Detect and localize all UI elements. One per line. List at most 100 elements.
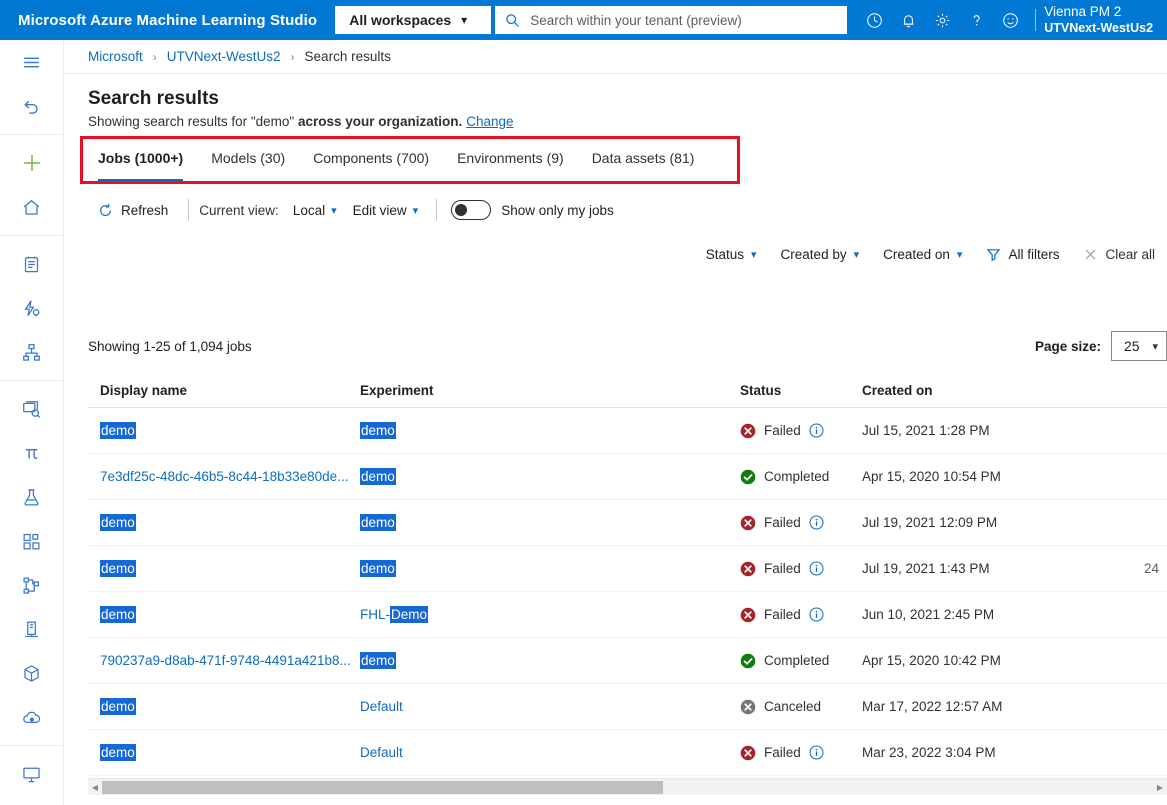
jobs-icon[interactable] (0, 387, 63, 431)
gear-icon[interactable] (925, 0, 959, 40)
datastores-icon[interactable] (0, 796, 63, 805)
search-input[interactable] (528, 12, 837, 29)
filter-created-on[interactable]: Created on ▾ (871, 239, 974, 269)
scroll-left-arrow-icon[interactable]: ◀ (88, 783, 102, 792)
current-view-label: Current view: (199, 203, 279, 218)
table-row[interactable]: demodemoFailedJul 19, 2021 1:43 PM24 (88, 546, 1167, 592)
cloud-icon[interactable] (0, 695, 63, 739)
cell-created-on: Apr 15, 2020 10:54 PM (862, 469, 1097, 484)
filter-created-by[interactable]: Created by ▾ (769, 239, 872, 269)
cell-display-name[interactable]: demo (88, 607, 360, 622)
cell-display-name[interactable]: demo (88, 699, 360, 714)
cell-experiment[interactable]: Default (360, 699, 740, 714)
cell-display-name[interactable]: 7e3df25c-48dc-46b5-8c44-18b33e80de... (88, 469, 360, 484)
cell-display-name[interactable]: demo (88, 561, 360, 576)
info-icon[interactable] (809, 745, 824, 760)
table-row[interactable]: 790237a9-d8ab-471f-9748-4491a421b8...dem… (88, 638, 1167, 684)
table-row[interactable]: demoDefaultCanceledMar 17, 2022 12:57 AM (88, 684, 1167, 730)
page-size-control[interactable]: Page size: 25 ▾ (1035, 331, 1167, 361)
info-icon[interactable] (809, 423, 824, 438)
pipeline-tree-icon[interactable] (0, 563, 63, 607)
cell-experiment[interactable]: demo (360, 561, 740, 576)
compute-monitor-icon[interactable] (0, 752, 63, 796)
subtitle-scope: across your organization. (298, 114, 462, 129)
search-icon (505, 13, 520, 28)
cell-display-name[interactable]: demo (88, 423, 360, 438)
status-badge: Failed (740, 607, 862, 623)
info-icon[interactable] (809, 561, 824, 576)
tenant-search-box[interactable] (495, 6, 847, 34)
chevron-down-icon: ▾ (413, 204, 419, 217)
pipelines-pi-icon[interactable] (0, 431, 63, 475)
bell-icon[interactable] (891, 0, 925, 40)
cell-text: FHL- (360, 607, 390, 622)
cell-experiment[interactable]: demo (360, 423, 740, 438)
account-info[interactable]: Vienna PM 2 UTVNext-WestUs2 (1044, 4, 1159, 37)
top-bar-divider (1035, 9, 1036, 31)
cell-display-name[interactable]: demo (88, 515, 360, 530)
column-header-experiment[interactable]: Experiment (360, 383, 740, 398)
current-view-dropdown[interactable]: Local ▾ (285, 196, 345, 224)
cell-experiment[interactable]: demo (360, 515, 740, 530)
info-icon[interactable] (809, 607, 824, 622)
tab-jobs[interactable]: Jobs (1000+) (98, 139, 183, 181)
smiley-icon[interactable] (993, 0, 1027, 40)
show-only-my-jobs-toggle[interactable] (451, 200, 491, 220)
cell-experiment[interactable]: FHL-Demo (360, 607, 740, 622)
cell-display-name[interactable]: demo (88, 745, 360, 760)
notebook-icon[interactable] (0, 242, 63, 286)
column-header-created-on[interactable]: Created on (862, 383, 1097, 398)
cell-experiment[interactable]: demo (360, 653, 740, 668)
components-icon[interactable] (0, 519, 63, 563)
table-row[interactable]: 7e3df25c-48dc-46b5-8c44-18b33e80de...dem… (88, 454, 1167, 500)
workspace-picker[interactable]: All workspaces ▾ (335, 6, 491, 34)
table-row[interactable]: demoFHL-DemoFailedJun 10, 2021 2:45 PM (88, 592, 1167, 638)
column-header-status[interactable]: Status (740, 383, 862, 398)
tab-components[interactable]: Components (700) (313, 139, 429, 181)
endpoints-icon[interactable] (0, 607, 63, 651)
search-term-highlight: demo (100, 606, 136, 623)
account-chevron-down-icon[interactable]: ▾ (1159, 11, 1167, 29)
hamburger-menu-icon[interactable] (0, 40, 63, 84)
cell-experiment[interactable]: demo (360, 469, 740, 484)
all-filters-button[interactable]: All filters (974, 239, 1071, 269)
flask-icon[interactable] (0, 475, 63, 519)
automated-ml-icon[interactable] (0, 286, 63, 330)
show-only-my-jobs-toggle-group[interactable]: Show only my jobs (451, 200, 614, 220)
cell-display-name[interactable]: 790237a9-d8ab-471f-9748-4491a421b8... (88, 653, 360, 668)
horizontal-scrollbar[interactable]: ◀ ▶ (88, 778, 1167, 795)
search-term-highlight: demo (360, 514, 396, 531)
scrollbar-thumb[interactable] (102, 781, 663, 794)
edit-view-dropdown[interactable]: Edit view ▾ (345, 196, 427, 224)
cell-experiment[interactable]: Default (360, 745, 740, 760)
column-header-display-name[interactable]: Display name (88, 383, 360, 398)
cell-created-on: Mar 17, 2022 12:57 AM (862, 699, 1097, 714)
filter-status[interactable]: Status ▾ (694, 239, 769, 269)
designer-icon[interactable] (0, 330, 63, 374)
change-scope-link[interactable]: Change (466, 114, 513, 129)
question-icon[interactable] (959, 0, 993, 40)
scrollbar-track[interactable] (102, 780, 1153, 795)
clear-all-filters-button[interactable]: Clear all (1071, 239, 1167, 269)
chevron-down-icon: ▾ (751, 248, 757, 261)
table-row[interactable]: demoDefaultFailedMar 23, 2022 3:04 PM (88, 730, 1167, 776)
models-cube-icon[interactable] (0, 651, 63, 695)
cell-status: Failed (740, 745, 862, 761)
tab-data-assets[interactable]: Data assets (81) (592, 139, 695, 181)
info-icon[interactable] (809, 515, 824, 530)
tab-models[interactable]: Models (30) (211, 139, 285, 181)
breadcrumb-item-workspace[interactable]: UTVNext-WestUs2 (167, 49, 281, 64)
table-row[interactable]: demodemoFailedJul 19, 2021 12:09 PM (88, 500, 1167, 546)
table-row[interactable]: demodemoFailedJul 15, 2021 1:28 PM (88, 408, 1167, 454)
refresh-button[interactable]: Refresh (88, 194, 178, 226)
tab-environments[interactable]: Environments (9) (457, 139, 564, 181)
breadcrumb-separator-icon: › (291, 50, 295, 64)
chevron-down-icon: ▾ (331, 204, 337, 217)
home-icon[interactable] (0, 185, 63, 229)
breadcrumb-item-microsoft[interactable]: Microsoft (88, 49, 143, 64)
page-size-select[interactable]: 25 ▾ (1111, 331, 1167, 361)
back-arrow-icon[interactable] (0, 84, 63, 128)
clock-icon[interactable] (857, 0, 891, 40)
plus-icon[interactable] (0, 141, 63, 185)
scroll-right-arrow-icon[interactable]: ▶ (1153, 783, 1167, 792)
